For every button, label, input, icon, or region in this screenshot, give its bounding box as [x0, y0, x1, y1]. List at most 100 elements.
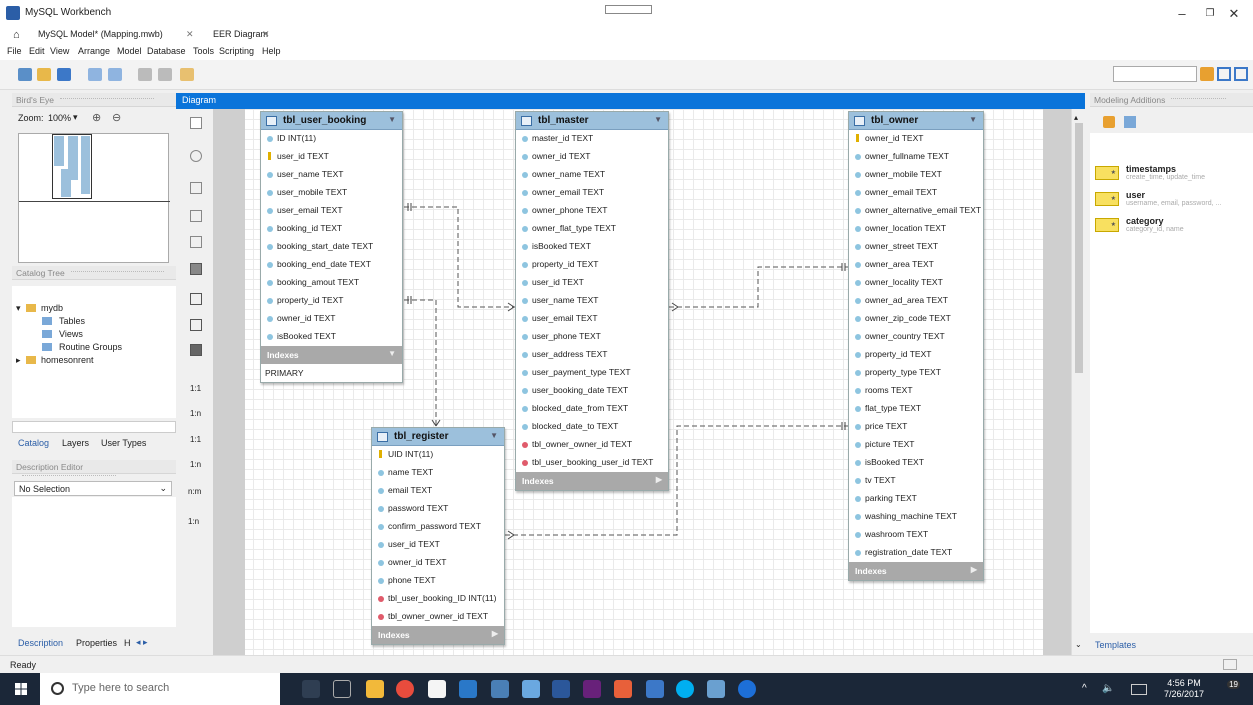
snippet-timestamps[interactable]: ★ timestamps create_time, update_time: [1095, 164, 1250, 186]
table-column[interactable]: owner_mobile TEXT: [849, 166, 983, 184]
add-snippet-icon[interactable]: [1103, 116, 1115, 128]
table-tbl-master[interactable]: tbl_master ▼ master_id TEXT owner_id TEXT o…: [515, 111, 669, 491]
windows-start-icon[interactable]: [15, 683, 27, 695]
table-column[interactable]: user_booking_date TEXT: [516, 382, 668, 400]
table-header[interactable]: tbl_register ▼: [372, 428, 504, 446]
table-column[interactable]: confirm_password TEXT: [372, 518, 504, 536]
tray-chevron-icon[interactable]: ^: [1082, 683, 1087, 694]
table-column[interactable]: property_id TEXT: [516, 256, 668, 274]
table-column[interactable]: booking_amout TEXT: [261, 274, 402, 292]
table-column[interactable]: registration_date TEXT: [849, 544, 983, 562]
table-column[interactable]: flat_type TEXT: [849, 400, 983, 418]
table-column[interactable]: name TEXT: [372, 464, 504, 482]
table-column[interactable]: owner_street TEXT: [849, 238, 983, 256]
table-column[interactable]: tv TEXT: [849, 472, 983, 490]
table-column[interactable]: user_id TEXT: [516, 274, 668, 292]
table-column[interactable]: user_phone TEXT: [516, 328, 668, 346]
table-column[interactable]: email TEXT: [372, 482, 504, 500]
table-column[interactable]: washing_machine TEXT: [849, 508, 983, 526]
table-column[interactable]: UID INT(11): [372, 446, 504, 464]
tools-icon[interactable]: [522, 680, 540, 698]
volume-icon[interactable]: 🔈: [1102, 683, 1114, 694]
mysql-icon[interactable]: [491, 680, 509, 698]
table-column[interactable]: property_id TEXT: [261, 292, 402, 310]
indexes-header[interactable]: Indexes ▶: [516, 472, 668, 490]
table-column[interactable]: owner_location TEXT: [849, 220, 983, 238]
task-view-icon[interactable]: [333, 680, 351, 698]
table-column[interactable]: owner_zip_code TEXT: [849, 310, 983, 328]
app-icon[interactable]: [707, 680, 725, 698]
table-column[interactable]: owner_ad_area TEXT: [849, 292, 983, 310]
table-column[interactable]: phone TEXT: [372, 572, 504, 590]
index-row[interactable]: PRIMARY: [261, 364, 402, 382]
mic-icon[interactable]: [302, 680, 320, 698]
xampp-icon[interactable]: [614, 680, 632, 698]
table-column[interactable]: owner_id TEXT: [516, 148, 668, 166]
table-column[interactable]: booking_start_date TEXT: [261, 238, 402, 256]
table-column[interactable]: tbl_user_booking_user_id TEXT: [516, 454, 668, 472]
table-column[interactable]: isBooked TEXT: [261, 328, 402, 346]
table-column[interactable]: tbl_owner_owner_id TEXT: [372, 608, 504, 626]
snippet-category[interactable]: ★ category category_id, name: [1095, 216, 1250, 238]
outlook-icon[interactable]: [459, 680, 477, 698]
table-column[interactable]: booking_id TEXT: [261, 220, 402, 238]
table-column[interactable]: user_id TEXT: [261, 148, 402, 166]
table-header[interactable]: tbl_master ▼: [516, 112, 668, 130]
table-tbl-owner[interactable]: tbl_owner ▼ owner_id TEXT owner_fullname T…: [848, 111, 984, 581]
table-column[interactable]: user_email TEXT: [516, 310, 668, 328]
table-column[interactable]: blocked_date_to TEXT: [516, 418, 668, 436]
clock[interactable]: 4:56 PM 7/26/2017: [1163, 678, 1205, 700]
teamviewer-icon[interactable]: [738, 680, 756, 698]
table-column[interactable]: user_payment_type TEXT: [516, 364, 668, 382]
table-column[interactable]: owner_locality TEXT: [849, 274, 983, 292]
indexes-header[interactable]: Indexes ▶: [372, 626, 504, 644]
table-column[interactable]: booking_end_date TEXT: [261, 256, 402, 274]
table-column[interactable]: property_type TEXT: [849, 364, 983, 382]
table-column[interactable]: tbl_owner_owner_id TEXT: [516, 436, 668, 454]
table-column[interactable]: owner_name TEXT: [516, 166, 668, 184]
table-column[interactable]: isBooked TEXT: [516, 238, 668, 256]
table-column[interactable]: owner_alternative_email TEXT: [849, 202, 983, 220]
table-column[interactable]: owner_email TEXT: [516, 184, 668, 202]
indexes-header[interactable]: Indexes ▼: [261, 346, 402, 364]
table-column[interactable]: master_id TEXT: [516, 130, 668, 148]
keyboard-icon[interactable]: [1131, 684, 1147, 695]
table-column[interactable]: washroom TEXT: [849, 526, 983, 544]
table-column[interactable]: tbl_user_booking_ID INT(11): [372, 590, 504, 608]
table-column[interactable]: property_id TEXT: [849, 346, 983, 364]
table-column[interactable]: user_mobile TEXT: [261, 184, 402, 202]
table-column[interactable]: owner_phone TEXT: [516, 202, 668, 220]
table-tbl-user-booking[interactable]: tbl_user_booking ▼ ID INT(11) user_id TEXT…: [260, 111, 403, 383]
workbench-taskbar-icon[interactable]: [646, 680, 664, 698]
panel-collapse-icon[interactable]: ⌄: [1075, 640, 1082, 649]
notification-icon[interactable]: 19: [1222, 680, 1240, 698]
table-header[interactable]: tbl_user_booking ▼: [261, 112, 402, 130]
table-column[interactable]: blocked_date_from TEXT: [516, 400, 668, 418]
taskbar-search-input[interactable]: Type here to search: [40, 673, 280, 705]
table-column[interactable]: owner_id TEXT: [372, 554, 504, 572]
file-explorer-icon[interactable]: [366, 680, 384, 698]
table-column[interactable]: password TEXT: [372, 500, 504, 518]
table-column[interactable]: owner_flat_type TEXT: [516, 220, 668, 238]
table-column[interactable]: owner_area TEXT: [849, 256, 983, 274]
indexes-header[interactable]: Indexes ▶: [849, 562, 983, 580]
table-column[interactable]: picture TEXT: [849, 436, 983, 454]
snippet-user[interactable]: ★ user username, email, password, ...: [1095, 190, 1250, 212]
word-icon[interactable]: [552, 680, 570, 698]
table-column[interactable]: owner_id TEXT: [261, 310, 402, 328]
visual-studio-icon[interactable]: [583, 680, 601, 698]
table-column[interactable]: user_address TEXT: [516, 346, 668, 364]
status-toggle-icon[interactable]: [1223, 659, 1237, 670]
table-tbl-register[interactable]: tbl_register ▼ UID INT(11) name TEXT email …: [371, 427, 505, 645]
table-column[interactable]: user_email TEXT: [261, 202, 402, 220]
snippet-view-icon[interactable]: [1124, 116, 1136, 128]
table-column[interactable]: user_id TEXT: [372, 536, 504, 554]
table-column[interactable]: owner_fullname TEXT: [849, 148, 983, 166]
table-column[interactable]: owner_id TEXT: [849, 130, 983, 148]
table-column[interactable]: price TEXT: [849, 418, 983, 436]
store-icon[interactable]: [428, 680, 446, 698]
table-column[interactable]: rooms TEXT: [849, 382, 983, 400]
table-header[interactable]: tbl_owner ▼: [849, 112, 983, 130]
skype-icon[interactable]: [676, 680, 694, 698]
table-column[interactable]: owner_email TEXT: [849, 184, 983, 202]
